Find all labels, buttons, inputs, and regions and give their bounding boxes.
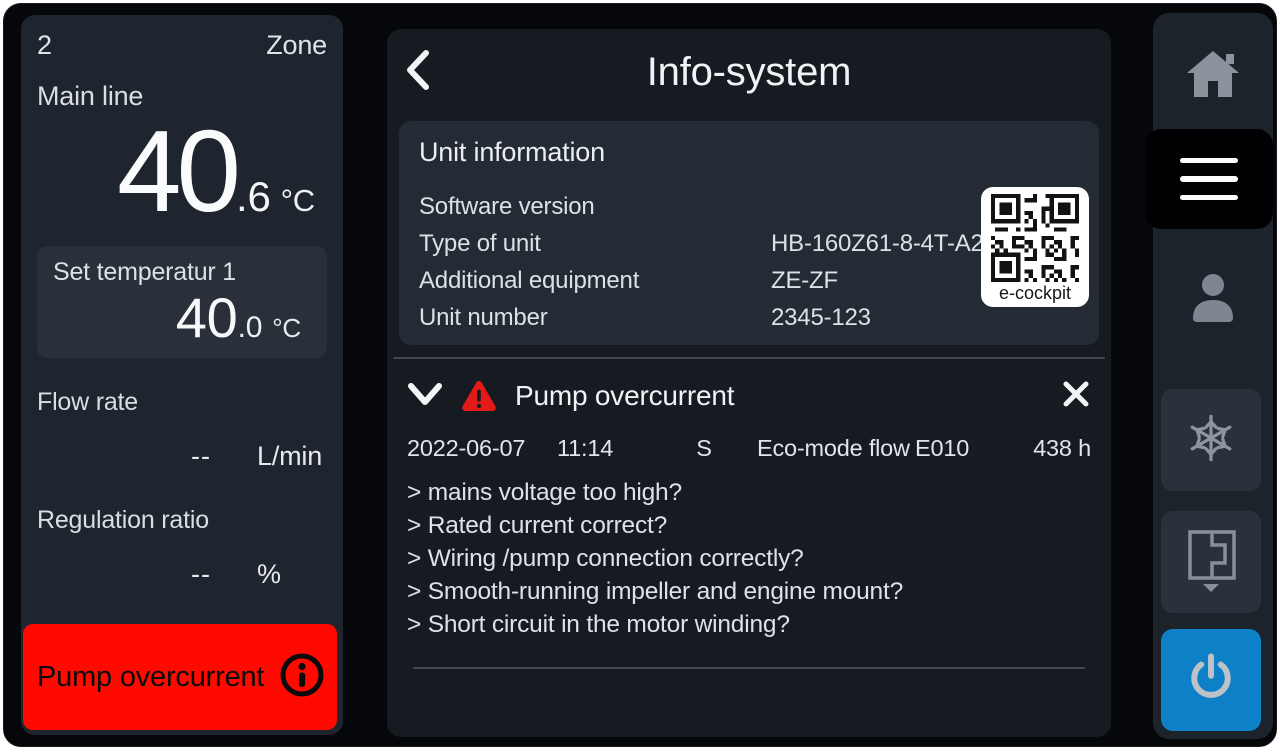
regulation-ratio-unit: % (257, 559, 327, 590)
alarm-flag: S (689, 435, 719, 462)
row-label: Additional equipment (419, 262, 771, 299)
chevron-down-icon (407, 381, 443, 412)
main-temp-integer: 40 (117, 112, 236, 230)
alarm-banner-label: Pump overcurrent (37, 661, 264, 694)
cooling-button[interactable] (1161, 389, 1261, 491)
mold-icon (1182, 526, 1240, 599)
row-label: Type of unit (419, 225, 771, 262)
alarm-check-item: > Short circuit in the motor winding? (407, 608, 1091, 641)
row-label: Unit number (419, 299, 771, 336)
info-system-panel: Info-system Unit information Software ve… (387, 29, 1111, 737)
flow-rate-reading: -- (191, 441, 211, 472)
set-temp-unit: °C (272, 313, 301, 344)
collapse-button[interactable] (407, 381, 443, 412)
close-button[interactable] (1061, 379, 1091, 414)
power-icon (1185, 651, 1237, 710)
alarm-check-item: > Smooth-running impeller and engine mou… (407, 575, 1091, 608)
row-value: ZE-ZF (771, 262, 838, 299)
set-temperature-label: Set temperatur 1 (53, 258, 311, 287)
menu-icon (1180, 158, 1238, 164)
zone-label: Zone (266, 29, 327, 61)
page-title: Info-system (387, 50, 1111, 95)
set-temperature-value: 40 .0 °C (53, 289, 311, 348)
set-temp-integer: 40 (176, 289, 238, 348)
alarm-check-list: > mains voltage too high? > Rated curren… (407, 476, 1091, 641)
menu-button[interactable] (1145, 129, 1273, 229)
warning-icon (461, 380, 497, 412)
close-icon (1061, 379, 1091, 414)
mold-button[interactable] (1161, 511, 1261, 613)
unit-info-row: Additional equipment ZE-ZF (419, 262, 1079, 299)
unit-information-rows: Software version Type of unit HB-160Z61-… (419, 188, 1079, 336)
main-temp-unit: °C (281, 183, 315, 219)
snowflake-icon (1185, 412, 1237, 469)
unit-info-row: Type of unit HB-160Z61-8-4T-A2-400 (419, 225, 1079, 262)
unit-information-heading: Unit information (419, 137, 1079, 168)
alarm-banner[interactable]: Pump overcurrent (23, 624, 337, 730)
info-icon[interactable] (279, 652, 325, 703)
alarm-time: 11:14 (557, 435, 689, 462)
alarm-date: 2022-06-07 (407, 435, 557, 462)
alarm-detail-section: Pump overcurrent 2022-06-07 11:14 S Eco-… (387, 359, 1111, 669)
qr-code (991, 194, 1079, 282)
alarm-check-item: > Rated current correct? (407, 509, 1091, 542)
zone-panel: 2 Zone Main line 40 .6 °C Set temperatur… (21, 15, 343, 735)
alarm-mode: Eco-mode flow (757, 435, 915, 462)
alarm-check-item: > mains voltage too high? (407, 476, 1091, 509)
alarm-hours: 438 h (1007, 435, 1091, 462)
unit-info-row: Software version (419, 188, 1079, 225)
user-icon (1188, 270, 1238, 329)
chevron-left-icon (405, 49, 431, 96)
device-screen: 2 Zone Main line 40 .6 °C Set temperatur… (3, 3, 1277, 747)
flow-rate-value: -- L/min (37, 441, 327, 472)
row-label: Software version (419, 188, 771, 225)
zone-number: 2 (37, 29, 52, 61)
home-icon (1185, 47, 1241, 104)
regulation-ratio-reading: -- (191, 559, 211, 590)
regulation-ratio-value: -- % (37, 559, 327, 590)
flow-rate-label: Flow rate (37, 388, 327, 417)
divider (413, 667, 1085, 669)
home-button[interactable] (1153, 27, 1273, 123)
qr-code-card: e-cockpit (981, 187, 1089, 307)
unit-information-card: Unit information Software version Type o… (399, 121, 1099, 345)
qr-code-label: e-cockpit (987, 283, 1083, 304)
power-button[interactable] (1161, 629, 1261, 731)
row-value: 2345-123 (771, 299, 871, 336)
main-temp-decimal: .6 (236, 173, 271, 221)
alarm-code: E010 (915, 435, 1007, 462)
user-button[interactable] (1153, 251, 1273, 347)
back-button[interactable] (405, 46, 449, 98)
regulation-ratio-label: Regulation ratio (37, 506, 327, 535)
info-header: Info-system (387, 29, 1111, 115)
alarm-meta-row: 2022-06-07 11:14 S Eco-mode flow E010 43… (407, 435, 1091, 462)
set-temp-decimal: .0 (238, 311, 263, 345)
set-temperature-field[interactable]: Set temperatur 1 40 .0 °C (37, 246, 327, 358)
unit-info-row: Unit number 2345-123 (419, 299, 1079, 336)
alarm-check-item: > Wiring /pump connection correctly? (407, 542, 1091, 575)
sidebar (1153, 13, 1273, 739)
alarm-head: Pump overcurrent (407, 373, 1091, 419)
alarm-title: Pump overcurrent (515, 380, 734, 412)
zone-header: 2 Zone (37, 29, 327, 61)
flow-rate-unit: L/min (257, 441, 327, 472)
main-temperature-display: 40 .6 °C (37, 112, 327, 230)
